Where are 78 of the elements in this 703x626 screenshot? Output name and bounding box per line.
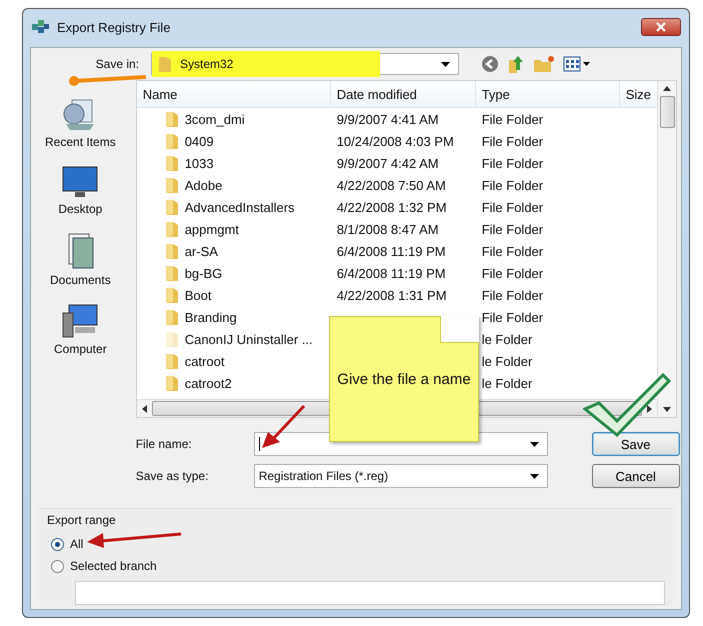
file-name: Branding [184,310,237,324]
place-item[interactable]: Desktop [58,165,102,216]
place-item[interactable]: Documents [50,232,111,287]
scroll-down-icon[interactable] [663,407,671,412]
save-button[interactable]: Save [592,432,680,456]
type-cell: File Folder [482,288,544,302]
date-cell: 6/4/2008 11:19 PM [336,266,446,280]
column-header[interactable]: Date modified [330,81,476,107]
type-cell: File Folder [482,112,544,126]
type-cell: le Folder [482,354,532,368]
place-item[interactable]: Recent Items [45,96,116,149]
column-header[interactable]: Type [476,81,620,107]
save-type-label: Save as type: [136,469,210,483]
scroll-up-icon[interactable] [663,86,671,91]
type-cell: File Folder [482,178,544,192]
type-cell: File Folder [482,200,544,214]
file-name: catroot [184,354,224,368]
new-folder-icon[interactable] [533,55,555,73]
save-in-dropdown[interactable]: System32 [151,53,459,75]
close-button[interactable] [641,18,681,36]
date-cell: 4/22/2008 7:50 AM [336,178,446,192]
save-type-dropdown[interactable]: Registration Files (*.reg) [254,464,548,488]
caret-icon [530,442,539,446]
file-name: Boot [184,288,212,302]
date-cell: 8/1/2008 8:47 AM [336,222,439,236]
caret-icon [530,474,539,478]
file-name: 1033 [184,156,214,170]
back-icon[interactable] [481,55,499,73]
date-cell: 4/22/2008 1:32 PM [336,200,447,214]
file-name-label: File name: [136,437,193,451]
column-header[interactable]: Size [620,81,657,107]
type-cell: File Folder [482,266,544,280]
type-cell: le Folder [482,376,532,390]
export-range-title: Export range [47,513,117,527]
window-title: Export Registry File [57,20,172,34]
column-header[interactable]: Name [136,81,331,107]
file-name: catroot2 [184,376,232,390]
vertical-scrollbar[interactable] [657,81,676,417]
radio-button[interactable] [51,538,64,550]
radio-button[interactable] [51,560,64,572]
type-cell: File Folder [482,310,544,324]
scroll-thumb[interactable] [660,96,674,128]
save-in-value: System32 [180,57,234,71]
caret-icon [441,62,450,66]
folder-icon [158,55,172,73]
file-name: CanonIJ Uninstaller ... [184,332,313,346]
close-icon [655,22,667,32]
view-menu-icon[interactable] [563,56,591,72]
up-folder-icon[interactable] [507,54,525,74]
type-cell: le Folder [482,332,532,346]
cancel-button[interactable]: Cancel [592,464,680,488]
file-name: ar-SA [184,244,218,258]
file-name: appmgmt [184,222,239,236]
radio-label: All [70,537,84,551]
type-cell: File Folder [482,222,544,236]
branch-field[interactable] [75,581,665,605]
file-name: bg-BG [184,266,222,280]
place-item[interactable]: Computer [54,303,107,356]
date-cell: 6/4/2008 11:19 PM [336,244,446,258]
type-cell: File Folder [482,134,544,148]
scroll-left-icon[interactable] [142,404,147,412]
type-cell: File Folder [482,156,544,170]
date-cell: 9/9/2007 4:41 AM [336,112,439,126]
computer-icon [61,303,100,339]
scroll-right-icon[interactable] [647,404,652,412]
type-cell: File Folder [482,244,544,258]
file-name: 3com_dmi [184,112,245,126]
date-cell: 4/22/2008 1:31 PM [336,288,447,302]
file-name: 0409 [184,134,214,148]
monitor-icon [61,165,100,199]
file-name: Adobe [184,178,222,192]
date-cell: 10/24/2008 4:03 PM [336,134,454,148]
radio-label: Selected branch [70,559,157,573]
registry-cubes-icon [31,18,51,36]
note-text: Give the file a name [337,370,471,388]
date-cell: 9/9/2007 4:42 AM [336,156,439,170]
save-in-label: Save in: [94,57,139,71]
file-name: AdvancedInstallers [184,200,295,214]
